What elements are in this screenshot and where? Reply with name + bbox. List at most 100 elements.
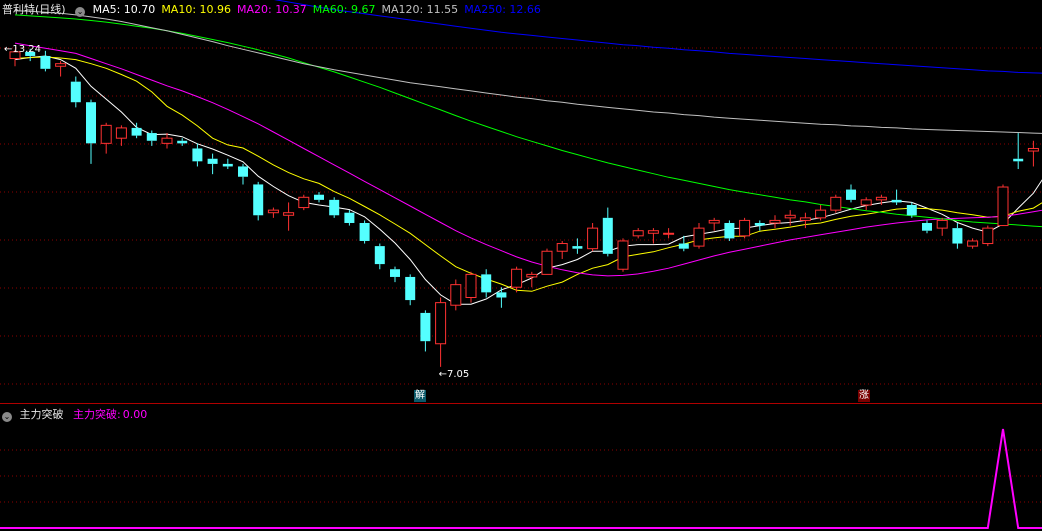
candle (55, 61, 67, 77)
candle-body (997, 186, 1009, 227)
candle (481, 269, 492, 298)
candle (40, 50, 51, 72)
candle (754, 220, 765, 231)
candle-body (390, 269, 400, 277)
candle (830, 194, 842, 213)
candle (405, 274, 416, 306)
ma-line-ma5 (14, 55, 1042, 305)
candle (359, 220, 370, 244)
candle (238, 163, 248, 185)
candle (314, 192, 324, 203)
candle (815, 205, 827, 221)
candle-body (283, 212, 295, 216)
settings-circle-icon[interactable]: ⌄ (2, 412, 12, 422)
candle-body (799, 217, 811, 221)
ma-legend-ma5: MA5: 10.70 (92, 3, 156, 16)
candle-body (86, 102, 96, 144)
candle-body (405, 276, 416, 301)
candle-body (253, 184, 264, 216)
candle-body (374, 246, 385, 265)
candle-body (496, 292, 507, 298)
candle (1013, 133, 1024, 170)
candle-body (556, 243, 568, 252)
candle (587, 222, 599, 252)
candle-body (40, 55, 51, 69)
candle (496, 287, 507, 308)
candle-body (846, 189, 856, 200)
candle (1027, 140, 1039, 167)
candle (465, 271, 477, 303)
candle-body (1013, 158, 1024, 162)
high-price-marker: ←13.24 (4, 44, 41, 55)
candle-body (617, 240, 629, 270)
candle-body (952, 228, 963, 244)
kline-chart-window: ←13.24 ←7.05 普利特(日线) ⌄ MA5: 10.70 MA10: 10… (0, 0, 1042, 531)
stock-name: 普利特 (2, 3, 35, 16)
candle (253, 181, 264, 221)
indicator-series-name: 主力突破: (73, 408, 121, 421)
candle (846, 184, 856, 203)
ma-line-ma120 (14, 10, 1042, 134)
signal-zhang-tag: 涨 (858, 390, 870, 402)
candle (739, 217, 751, 239)
ma-legend-ma60: MA60: 9.67 (312, 3, 376, 16)
candle-body (298, 196, 310, 209)
candle (952, 222, 963, 249)
candle (572, 238, 583, 254)
candle (769, 215, 781, 229)
indicator-line (0, 428, 1042, 529)
candle-body (967, 240, 979, 247)
low-price-marker: ←7.05 (439, 369, 470, 380)
candle-body (784, 214, 796, 219)
candle (860, 197, 872, 211)
candle (997, 184, 1009, 227)
candle (647, 228, 659, 244)
candle-body (708, 219, 720, 224)
candle (344, 210, 355, 226)
candle-body (465, 273, 477, 298)
candle-body (693, 227, 705, 247)
candle-body (344, 212, 355, 223)
candle-body (70, 81, 81, 103)
candle-body (192, 148, 203, 162)
ma-legend-ma10: MA10: 10.96 (161, 3, 232, 16)
indicator-series-value: 0.00 (122, 408, 148, 421)
candle-body (860, 199, 872, 206)
price-panel[interactable]: ←13.24 ←7.05 (0, 0, 1042, 404)
candle (693, 222, 705, 249)
candle-body (936, 219, 948, 229)
candle-body (238, 166, 248, 177)
candle (329, 197, 340, 218)
candle-body (754, 222, 765, 226)
indicator-panel[interactable] (0, 404, 1042, 531)
candle (390, 266, 400, 283)
candle (177, 138, 188, 146)
candle (207, 153, 218, 175)
candle (192, 143, 203, 167)
candle (161, 133, 173, 149)
candle-body (769, 219, 781, 224)
candle-body (435, 302, 447, 345)
candle-body (663, 232, 675, 235)
candle-body (511, 268, 523, 288)
candle-body (314, 194, 324, 200)
candle-body (982, 227, 994, 245)
settings-circle-icon[interactable]: ⌄ (75, 7, 86, 17)
candle (663, 228, 675, 239)
candle (450, 279, 462, 311)
candle (982, 225, 994, 247)
candle-body (647, 230, 659, 234)
candle-body (359, 222, 370, 241)
candle-body (875, 196, 887, 201)
candle (724, 220, 735, 241)
ma-legend-items: MA5: 10.70 MA10: 10.96 MA20: 10.37 MA60: 9.… (93, 3, 547, 16)
candle-body (587, 227, 599, 250)
candle-body (161, 137, 173, 144)
candle-body (724, 222, 735, 239)
candle-body (602, 217, 613, 254)
candle-body (131, 127, 142, 136)
candle-body (207, 158, 218, 164)
candle-body (267, 209, 279, 214)
candle-body (115, 127, 127, 139)
indicator-legend: ⌄ 主力突破 主力突破: 0.00 (2, 408, 159, 422)
